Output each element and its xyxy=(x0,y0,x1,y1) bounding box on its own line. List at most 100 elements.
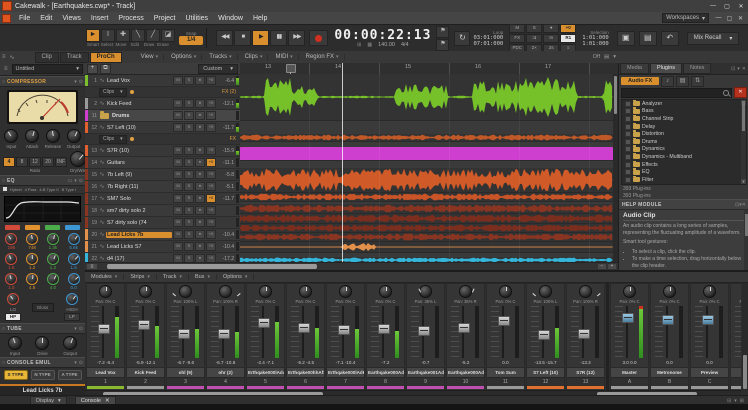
list-icon[interactable]: ≡ xyxy=(0,54,8,60)
track-row-21[interactable]: 21∿Lead Licks S7MS●+0-10.4 xyxy=(85,241,240,253)
console-menu-modules[interactable]: Modules▾ xyxy=(85,274,124,280)
power-icon[interactable]: ○ xyxy=(2,79,5,85)
output-knob[interactable] xyxy=(67,129,81,143)
eq-band-lo-button[interactable] xyxy=(5,225,20,230)
audio-clip-lane[interactable] xyxy=(240,147,613,161)
channel-strip-10[interactable]: Pan: 35% R-5.2Earthqake000Ad110 xyxy=(446,283,485,391)
track-name[interactable]: Drums xyxy=(111,113,172,119)
panel-icon[interactable]: ▤ xyxy=(604,54,609,60)
search-input[interactable] xyxy=(621,88,732,98)
plugin-folder-delay[interactable]: Delay xyxy=(622,123,746,131)
track-arm-button[interactable]: ● xyxy=(195,111,205,120)
track-arm-button[interactable]: ● xyxy=(195,123,205,132)
pan-knob[interactable] xyxy=(219,285,232,298)
plugin-folder-bass[interactable]: Bass xyxy=(622,108,746,116)
chevron-down-icon[interactable]: ▾ xyxy=(613,54,616,60)
track-arm-button[interactable]: ● xyxy=(195,230,205,239)
pan-knob[interactable] xyxy=(139,285,152,298)
track-row-20[interactable]: 20∿Lead Licks 7bMS●+0-10.4 xyxy=(85,229,240,241)
punch-in-button[interactable]: ⚑ xyxy=(436,26,449,38)
volume-fader[interactable] xyxy=(662,315,674,325)
track-arm-button[interactable]: ● xyxy=(195,76,205,85)
track-mute-button[interactable]: M xyxy=(173,146,183,155)
punch-out-button[interactable]: ⚑ xyxy=(436,39,449,51)
mix-recall-dropdown[interactable]: Mix Recall ▾ xyxy=(687,32,740,45)
eq-freq-knob[interactable] xyxy=(68,233,80,245)
ratio-12-button[interactable]: 12 xyxy=(29,157,41,167)
mix-button-in[interactable]: In xyxy=(543,34,559,43)
track-name[interactable]: 7b Right (11) xyxy=(106,184,172,190)
track-mute-button[interactable]: M xyxy=(173,254,183,262)
volume-fader[interactable] xyxy=(578,329,590,339)
track-mute-button[interactable]: M xyxy=(173,76,183,85)
close-button[interactable]: ✕ xyxy=(734,3,748,10)
power-icon[interactable]: ○ xyxy=(2,326,5,332)
hp-button[interactable]: HP xyxy=(5,313,21,321)
tube-module-header[interactable]: ○ TUBE ▾ ⊙ xyxy=(0,323,85,334)
audio-clip-lane[interactable] xyxy=(240,214,613,224)
pan-knob[interactable] xyxy=(459,285,472,298)
compressor-module-header[interactable]: ○ COMPRESSOR ▾ ⊙ xyxy=(0,76,85,87)
zoom-out-button[interactable]: − xyxy=(598,264,606,269)
smart-tool[interactable]: ► xyxy=(86,29,100,42)
clips-dropdown[interactable]: Clips▾ xyxy=(99,88,127,97)
menu-file[interactable]: File xyxy=(14,15,35,22)
track-input-echo-button[interactable]: +0 xyxy=(206,242,216,251)
plugin-folder-filter[interactable]: Filter xyxy=(622,176,746,184)
view-menu-region-fx[interactable]: Region FX▾ xyxy=(301,54,345,60)
track-arm-button[interactable]: ● xyxy=(195,170,205,179)
track-row-15[interactable]: 15∿7b Left (9)MS●+0-5.8 xyxy=(85,169,240,181)
track-name[interactable]: sm7 dirty solo 2 xyxy=(106,208,172,214)
track-input-echo-button[interactable]: +0 xyxy=(206,254,216,262)
pan-knob[interactable] xyxy=(663,285,676,298)
draw-tool[interactable]: ╱ xyxy=(146,29,160,42)
power-icon[interactable]: ○ xyxy=(2,360,5,366)
clips-pane[interactable]: 1314151617 xyxy=(240,63,618,262)
track-row-11[interactable]: 11DrumsMS●+0 xyxy=(85,110,240,122)
chevron-down-icon[interactable]: ▾ xyxy=(737,66,740,72)
close-icon[interactable]: ✕ xyxy=(742,202,746,208)
clips-dropdown[interactable]: Clips▾ xyxy=(99,135,127,144)
track-name[interactable]: Lead Licks 7b xyxy=(106,232,172,238)
track-volume-value[interactable]: -6.4 xyxy=(216,78,236,84)
eq-freq-knob[interactable] xyxy=(47,233,59,245)
folder-checkbox[interactable] xyxy=(625,162,631,168)
plugin-folder-distortion[interactable]: Distortion xyxy=(622,130,746,138)
eq-band-lo-mid-button[interactable] xyxy=(25,225,40,230)
pan-knob[interactable] xyxy=(419,285,432,298)
view-menu-options[interactable]: Options▾ xyxy=(166,54,202,60)
menu-views[interactable]: Views xyxy=(57,15,86,22)
track-input-echo-button[interactable]: +0 xyxy=(206,170,216,179)
audio-clip-lane[interactable] xyxy=(240,193,613,202)
track-row-2[interactable]: 2∿Kick FeedMS●+0-12.1 xyxy=(85,98,240,110)
eq-band-hi-mid-button[interactable] xyxy=(45,225,60,230)
track-arm-button[interactable]: ● xyxy=(195,99,205,108)
track-row-16[interactable]: 16∿7b Right (11)MS●+0-5.1 xyxy=(85,181,240,193)
tree-scrollbar[interactable]: ▲ ▼ xyxy=(741,100,746,184)
track-name[interactable]: S7 dirty solo (74 xyxy=(106,220,172,226)
console-emulator-header[interactable]: ○ CONSOLE EMUL ▾ ⊙ xyxy=(0,357,85,368)
pan-knob[interactable] xyxy=(339,285,352,298)
release-knob[interactable] xyxy=(46,129,60,143)
doc-restore-button[interactable]: ▢ xyxy=(724,15,735,22)
strip-name[interactable]: Metronome xyxy=(651,367,688,377)
track-solo-button[interactable]: S xyxy=(184,76,194,85)
doc-minimize-button[interactable]: — xyxy=(713,15,724,22)
folder-checkbox[interactable] xyxy=(625,116,631,122)
audio-clip-lane[interactable] xyxy=(240,204,613,214)
chevron-down-icon[interactable]: ▾ xyxy=(74,326,77,332)
selection-end-time[interactable]: 1:01:000 xyxy=(582,41,609,47)
strip-name[interactable]: Erthqake000lAdH1 xyxy=(327,367,364,377)
track-row-12[interactable]: 12∿S7 Left (10)MS●+0-11.7 xyxy=(85,122,240,134)
loop-icon[interactable]: ↻ xyxy=(454,31,470,46)
expand-icon[interactable]: ⊞ xyxy=(740,398,744,404)
pan-knob[interactable] xyxy=(703,285,716,298)
pan-knob[interactable] xyxy=(379,285,392,298)
channel-strip-13[interactable]: Pan: 100% R-13.3S7R (12)13 xyxy=(566,283,605,391)
plugin-folder-eq[interactable]: EQ xyxy=(622,168,746,176)
audio-clip-lane[interactable] xyxy=(240,224,613,233)
eq-q-knob[interactable] xyxy=(47,273,59,285)
track-name[interactable]: Lead Vox xyxy=(106,78,172,84)
track-arm-button[interactable]: ● xyxy=(195,146,205,155)
console-type-n-button[interactable]: N TYPE xyxy=(31,370,55,380)
